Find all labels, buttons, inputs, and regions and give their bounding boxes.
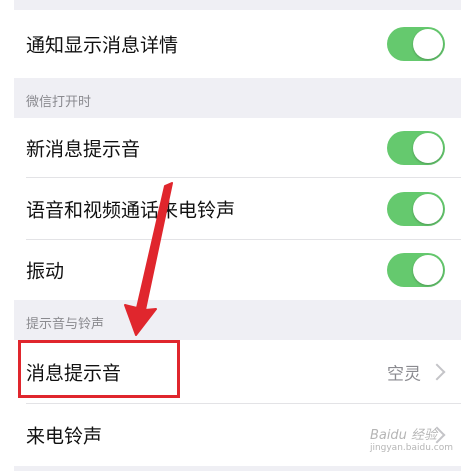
watermark: Baidu 经验 jingyan.baidu.com xyxy=(370,424,453,453)
watermark-brand: Baidu 经验 xyxy=(369,428,438,443)
watermark-url: jingyan.baidu.com xyxy=(369,443,453,453)
annotation-arrow-icon xyxy=(124,182,173,336)
